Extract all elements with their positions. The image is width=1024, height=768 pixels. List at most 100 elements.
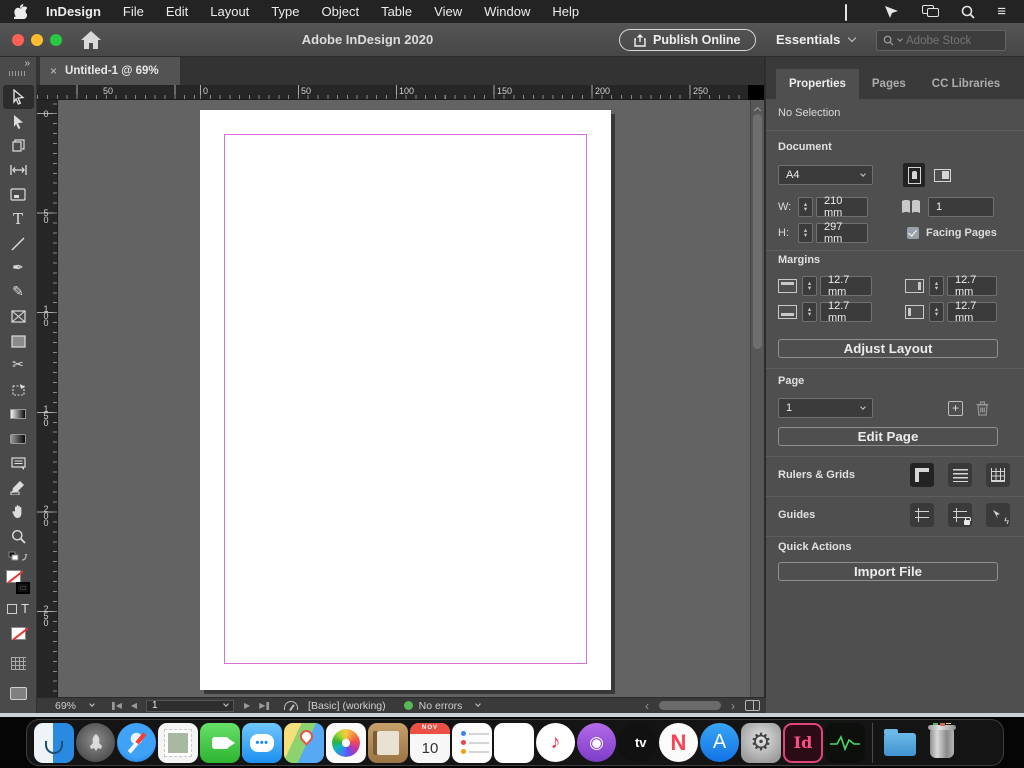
- show-guides-button[interactable]: [910, 503, 934, 527]
- orientation-portrait-button[interactable]: [903, 163, 925, 187]
- tab-pages[interactable]: Pages: [859, 69, 919, 99]
- dock-facetime-icon[interactable]: [200, 723, 240, 763]
- scroll-right-icon[interactable]: ›: [731, 699, 735, 713]
- minimize-window-button[interactable]: [31, 34, 43, 46]
- inside-margin-stepper[interactable]: ▴▾: [929, 276, 944, 296]
- dock-activity-monitor-icon[interactable]: [825, 723, 865, 763]
- adjust-layout-button[interactable]: Adjust Layout: [778, 339, 998, 358]
- dock-safari-icon[interactable]: [117, 723, 156, 762]
- horizontal-ruler[interactable]: 50 0 50 100 150 200 250: [37, 85, 748, 100]
- top-margin-stepper[interactable]: ▴▾: [802, 276, 817, 296]
- direct-selection-tool[interactable]: [0, 109, 37, 133]
- dock-indesign-icon[interactable]: Id: [783, 723, 823, 763]
- dock-notes-icon[interactable]: [494, 723, 534, 763]
- height-stepper[interactable]: ▴▾: [798, 223, 813, 243]
- zoom-window-button[interactable]: [50, 34, 62, 46]
- tab-properties[interactable]: Properties: [776, 69, 859, 99]
- dock-mail-icon[interactable]: [158, 723, 198, 763]
- scrollbar-thumb[interactable]: [753, 114, 762, 349]
- screen-mirroring-icon[interactable]: [845, 5, 862, 18]
- scroll-left-icon[interactable]: ‹: [645, 699, 649, 713]
- fill-stroke-indicator[interactable]: [6, 570, 30, 594]
- baseline-grid-button[interactable]: [948, 463, 972, 487]
- vertical-scrollbar[interactable]: [750, 100, 764, 697]
- zoom-tool[interactable]: [0, 524, 37, 548]
- preflight-profile[interactable]: [Basic] (working): [308, 700, 386, 712]
- top-margin-field[interactable]: 12.7 mm: [820, 276, 872, 296]
- dock-maps-icon[interactable]: [284, 723, 324, 763]
- dock-podcasts-icon[interactable]: ◉: [577, 723, 616, 762]
- menu-window[interactable]: Window: [473, 0, 541, 23]
- page-tool[interactable]: [0, 134, 37, 158]
- close-tab-icon[interactable]: ×: [50, 64, 57, 78]
- preview-grid-icon[interactable]: [0, 651, 37, 675]
- pages-count-field[interactable]: 1: [928, 197, 994, 217]
- page-select[interactable]: 1: [778, 398, 873, 418]
- delete-page-icon[interactable]: [976, 401, 989, 416]
- screen-mode-button[interactable]: [0, 682, 37, 706]
- first-page-button[interactable]: ❚◀: [110, 701, 121, 710]
- zoom-menu-chevron-icon[interactable]: [89, 701, 95, 707]
- bottom-margin-field[interactable]: 12.7 mm: [820, 302, 872, 322]
- close-window-button[interactable]: [12, 34, 24, 46]
- page-number-field[interactable]: 1: [146, 700, 234, 712]
- document-grid-button[interactable]: [986, 463, 1010, 487]
- apply-none-button[interactable]: [0, 621, 37, 645]
- bottom-margin-stepper[interactable]: ▴▾: [802, 302, 817, 322]
- orientation-landscape-button[interactable]: [931, 163, 953, 187]
- menu-help[interactable]: Help: [541, 0, 590, 23]
- gradient-feather-tool[interactable]: [0, 426, 37, 450]
- last-page-button[interactable]: ▶❚: [259, 701, 270, 710]
- pencil-tool[interactable]: ✎: [0, 280, 37, 304]
- show-rulers-button[interactable]: [910, 463, 934, 487]
- width-stepper[interactable]: ▴▾: [798, 197, 813, 217]
- dock-trash-icon[interactable]: [922, 723, 962, 763]
- outside-margin-stepper[interactable]: ▴▾: [929, 302, 944, 322]
- remote-cursor-icon[interactable]: [884, 5, 900, 19]
- formatting-affects-container-icon[interactable]: T: [0, 596, 37, 620]
- selection-tool[interactable]: [3, 85, 34, 109]
- dock-contacts-icon[interactable]: [368, 723, 408, 763]
- page-size-select[interactable]: A4: [778, 165, 873, 185]
- dock-downloads-folder-icon[interactable]: [880, 723, 920, 763]
- document-page[interactable]: [200, 110, 611, 690]
- dock-music-icon[interactable]: ♪: [536, 723, 575, 762]
- dock-appletv-icon[interactable]: tv: [618, 723, 657, 762]
- menu-object[interactable]: Object: [311, 0, 371, 23]
- document-tab[interactable]: × Untitled-1 @ 69%: [40, 57, 180, 85]
- import-file-button[interactable]: Import File: [778, 562, 998, 581]
- free-transform-tool[interactable]: [0, 378, 37, 402]
- width-field[interactable]: 210 mm: [816, 197, 868, 217]
- home-icon[interactable]: [80, 30, 102, 50]
- menu-indesign[interactable]: InDesign: [35, 0, 112, 23]
- inside-margin-field[interactable]: 12.7 mm: [947, 276, 997, 296]
- menu-table[interactable]: Table: [370, 0, 423, 23]
- next-page-button[interactable]: ▶: [244, 701, 249, 710]
- hand-tool[interactable]: [0, 500, 37, 524]
- stock-search-input[interactable]: [906, 35, 986, 47]
- pen-tool[interactable]: ✒: [0, 256, 37, 280]
- preflight-menu-chevron-icon[interactable]: [476, 701, 482, 707]
- gradient-swatch-tool[interactable]: [0, 402, 37, 426]
- adobe-stock-search[interactable]: [876, 30, 1006, 51]
- dock-finder-icon[interactable]: [34, 723, 74, 763]
- menu-layout[interactable]: Layout: [199, 0, 260, 23]
- color-theme-tool[interactable]: [0, 475, 37, 499]
- tab-cc-libraries[interactable]: CC Libraries: [919, 69, 1013, 99]
- horizontal-scrollbar-thumb[interactable]: [659, 701, 721, 710]
- zoom-level[interactable]: 69%: [55, 700, 76, 712]
- dock-news-icon[interactable]: N: [659, 723, 698, 762]
- toolbar-grip[interactable]: [9, 71, 27, 76]
- edit-page-button[interactable]: Edit Page: [778, 427, 998, 446]
- notification-center-icon[interactable]: ≡: [997, 5, 1006, 18]
- facing-pages-checkbox[interactable]: [907, 227, 919, 239]
- rectangle-frame-tool[interactable]: [0, 305, 37, 329]
- displays-icon[interactable]: [922, 5, 939, 18]
- menu-view[interactable]: View: [423, 0, 473, 23]
- dock-reminders-icon[interactable]: [452, 723, 492, 763]
- publish-online-button[interactable]: Publish Online: [619, 29, 756, 51]
- dock-calendar-icon[interactable]: NOV10: [410, 723, 450, 763]
- scissors-tool[interactable]: ✂: [0, 353, 37, 377]
- vertical-ruler[interactable]: 0 50 100 150 200 250: [37, 100, 58, 697]
- outside-margin-field[interactable]: 12.7 mm: [947, 302, 997, 322]
